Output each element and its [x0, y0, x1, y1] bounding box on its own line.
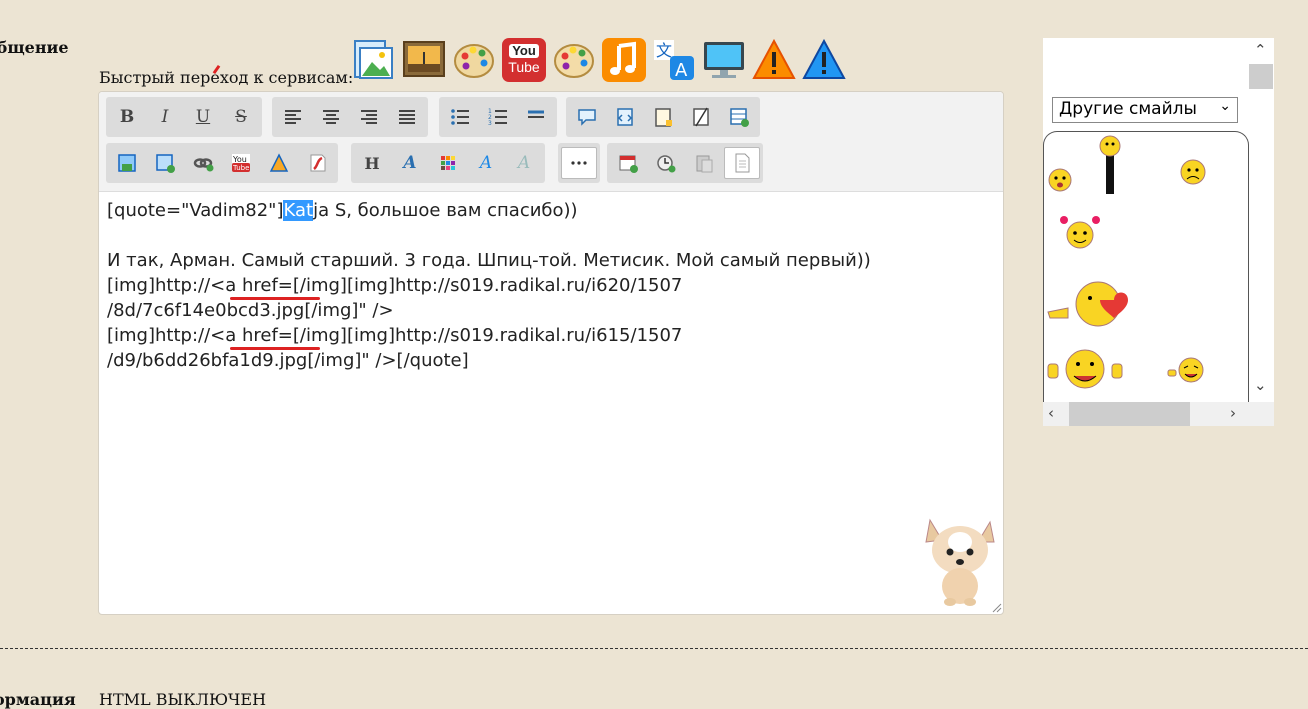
chevron-down-icon: ⌄ — [1219, 98, 1231, 114]
source-icon[interactable] — [724, 147, 760, 179]
format-group: B I U S — [106, 97, 262, 137]
music-note-icon[interactable] — [602, 38, 646, 82]
smiley-thumbs-up[interactable] — [1047, 349, 1123, 389]
smileys-select-value: Другие смайлы — [1059, 99, 1197, 119]
smiley-heart[interactable] — [1047, 281, 1128, 327]
hide-icon[interactable] — [683, 101, 719, 133]
section-divider — [0, 648, 1308, 649]
smiley-worried[interactable] — [1048, 168, 1072, 192]
strike-button[interactable]: S — [223, 101, 259, 133]
smiley-bows[interactable] — [1060, 216, 1100, 249]
spell-error-underline — [230, 347, 320, 350]
bullet-list-icon[interactable] — [442, 101, 478, 133]
smiley-sad[interactable] — [1180, 159, 1206, 185]
message-label: общение — [0, 38, 69, 57]
selected-text: Kat — [283, 200, 314, 221]
horizontal-rule-icon[interactable] — [518, 101, 554, 133]
list-group: 123 — [439, 97, 557, 137]
paste-icon[interactable] — [686, 147, 722, 179]
warning-orange-icon[interactable] — [752, 38, 796, 82]
image-insert-icon[interactable] — [147, 147, 183, 179]
svg-text:A: A — [675, 60, 688, 81]
insert-group — [566, 97, 760, 137]
align-group — [272, 97, 428, 137]
palette-icon[interactable] — [452, 38, 496, 82]
text-line-6: [img]http://<a href=[/img][img]http://s0… — [107, 325, 683, 346]
code-icon[interactable] — [607, 101, 643, 133]
bold-button[interactable]: B — [109, 101, 145, 133]
spell-error-underline — [230, 297, 320, 300]
calendar-icon[interactable] — [610, 147, 646, 179]
smiley-laughing[interactable] — [1167, 357, 1204, 383]
link-icon[interactable] — [185, 147, 221, 179]
svg-text:Tube: Tube — [232, 164, 249, 172]
svg-text:文: 文 — [656, 41, 672, 60]
quote-text: ja S, большое вам спасибо)) — [313, 200, 578, 221]
text-line-7: /d9/b6dd26bfa1d9.jpg[/img]" />[/quote] — [107, 350, 469, 371]
palette-alt-icon[interactable] — [552, 38, 596, 82]
translate-icon[interactable]: 文A — [652, 38, 696, 82]
smileys-vertical-scroll-thumb[interactable] — [1249, 64, 1273, 89]
youtube-icon[interactable]: You Tube — [502, 38, 546, 82]
font-color-button[interactable]: A — [392, 147, 428, 179]
justify-icon[interactable] — [389, 101, 425, 133]
image-upload-icon[interactable] — [352, 38, 396, 82]
scroll-down-icon[interactable]: ⌄ — [1254, 376, 1267, 394]
underline-button[interactable]: U — [185, 101, 221, 133]
more-dots-icon[interactable] — [561, 147, 597, 179]
scroll-up-icon[interactable]: ⌃ — [1254, 41, 1267, 59]
font-clear-button[interactable]: A — [506, 147, 542, 179]
text-line-5: /8d/7c6f14e0bcd3.jpg[/img]" /> — [107, 300, 394, 321]
smiley-standing[interactable] — [1099, 135, 1121, 194]
resize-grip-icon[interactable] — [992, 603, 1002, 613]
text-line-1: [quote="Vadim82"]Katja S, большое вам сп… — [107, 200, 578, 221]
smileys-vertical-scrollbar[interactable] — [1249, 38, 1274, 402]
services-bar: You Tube 文A — [352, 38, 846, 82]
text-line-3: И так, Арман. Самый старший. 3 года. Шпи… — [107, 250, 871, 271]
media-group: You Tube — [106, 143, 338, 183]
svg-text:You: You — [232, 155, 247, 164]
align-left-icon[interactable] — [275, 101, 311, 133]
numbered-list-icon[interactable]: 123 — [480, 101, 516, 133]
html-status-text: HTML ВЫКЛЮЧЕН — [99, 690, 267, 709]
smileys-list — [1043, 131, 1249, 402]
text-line-4: [img]http://<a href=[/img][img]http://s0… — [107, 275, 683, 296]
smileys-select[interactable]: Другие смайлы ⌄ — [1052, 97, 1238, 123]
heading-button[interactable]: H — [354, 147, 390, 179]
scroll-left-icon[interactable]: ‹ — [1048, 404, 1054, 422]
warning-blue-icon[interactable] — [802, 38, 846, 82]
dog-decoration-image — [925, 518, 995, 606]
table-insert-icon[interactable] — [721, 101, 757, 133]
font-group: H A A A — [351, 143, 545, 183]
photo-frame-icon[interactable] — [402, 38, 446, 82]
quick-services-label: Быстрый переход к сервисам: — [99, 68, 354, 87]
info-label: ормация — [0, 690, 76, 709]
smileys-horizontal-scroll-thumb[interactable] — [1069, 402, 1190, 426]
italic-button[interactable]: I — [147, 101, 183, 133]
gallery-icon[interactable] — [261, 147, 297, 179]
font-style-button[interactable]: A — [468, 147, 504, 179]
quote-open: [quote="Vadim82"] — [107, 200, 284, 221]
image-save-icon[interactable] — [109, 147, 145, 179]
align-right-icon[interactable] — [351, 101, 387, 133]
editor-toolbar: B I U S 123 You Tube H A A A — [99, 92, 1003, 192]
monitor-icon[interactable] — [702, 38, 746, 82]
svg-text:3: 3 — [488, 120, 492, 127]
color-grid-icon[interactable] — [430, 147, 466, 179]
scroll-right-icon[interactable]: › — [1230, 404, 1236, 422]
youtube-insert-icon[interactable]: You Tube — [223, 147, 259, 179]
clock-icon[interactable] — [648, 147, 684, 179]
more-group — [558, 143, 600, 183]
spoiler-icon[interactable] — [645, 101, 681, 133]
quote-icon[interactable] — [569, 101, 605, 133]
flash-icon[interactable] — [299, 147, 335, 179]
extra-group — [607, 143, 763, 183]
align-center-icon[interactable] — [313, 101, 349, 133]
